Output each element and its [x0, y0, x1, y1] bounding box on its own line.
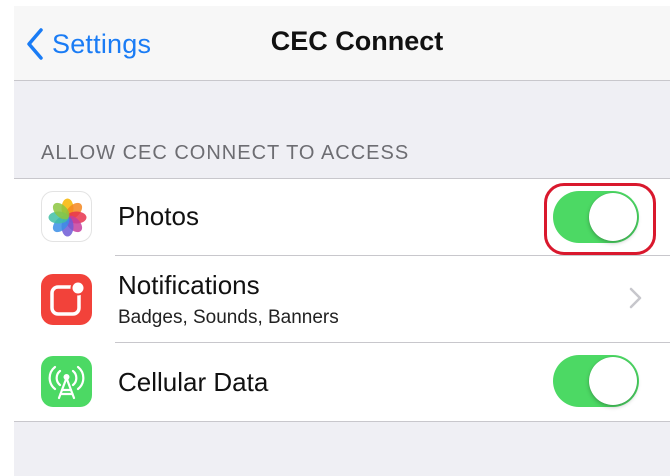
section-header: ALLOW CEC CONNECT TO ACCESS [41, 142, 410, 164]
list-item-subtitle: Badges, Sounds, Banners [118, 307, 339, 328]
notifications-icon [41, 274, 92, 325]
list-item-title: Photos [118, 201, 199, 231]
highlight-annotation [544, 183, 656, 255]
list-item-cellular-data: Cellular Data [14, 343, 670, 421]
list-item-title: Cellular Data [118, 367, 269, 397]
chevron-right-icon [629, 287, 642, 314]
list-item-title: Notifications [118, 270, 260, 300]
list-item-notifications[interactable]: Notifications Badges, Sounds, Banners [14, 256, 670, 342]
settings-screen: Settings CEC Connect ALLOW CEC CONNECT T… [14, 6, 670, 476]
navigation-bar: Settings CEC Connect [14, 6, 670, 81]
cellular-data-icon [41, 356, 92, 407]
cellular-data-toggle[interactable] [553, 355, 639, 407]
toggle-knob [589, 357, 637, 405]
page-title: CEC Connect [270, 26, 444, 56]
photos-icon [41, 191, 92, 242]
